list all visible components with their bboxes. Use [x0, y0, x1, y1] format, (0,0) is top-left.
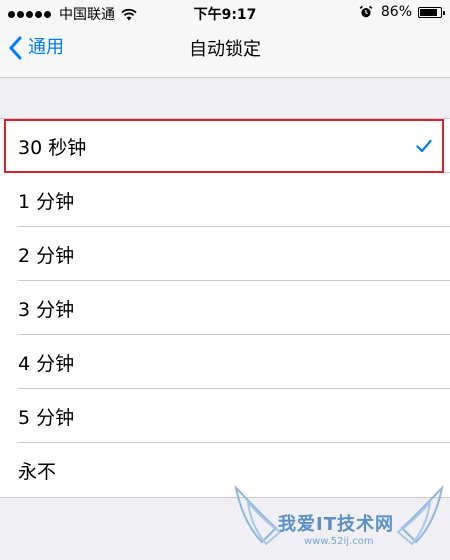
page-title: 自动锁定 — [189, 39, 261, 60]
auto-lock-option-row[interactable]: 1 分钟 — [0, 173, 450, 227]
auto-lock-option-label: 2 分钟 — [18, 244, 75, 267]
battery-icon — [418, 6, 445, 18]
auto-lock-option-row[interactable]: 5 分钟 — [0, 389, 450, 443]
auto-lock-option-row[interactable]: 2 分钟 — [0, 227, 450, 281]
auto-lock-options-list: 30 秒钟 1 分钟 2 分钟 3 分钟 4 分钟 5 分钟永不 — [0, 118, 450, 498]
watermark: 我爱IT技术网 www.52ij.com — [232, 482, 446, 556]
auto-lock-option-label: 30 秒钟 — [18, 136, 87, 159]
battery-fill — [420, 8, 437, 16]
auto-lock-option-label: 1 分钟 — [18, 190, 75, 213]
auto-lock-option-label: 永不 — [18, 460, 57, 483]
auto-lock-option-label: 4 分钟 — [18, 352, 75, 375]
status-right: 86% — [359, 4, 445, 20]
alarm-icon — [359, 5, 373, 18]
checkmark-icon — [416, 139, 432, 153]
auto-lock-option-row[interactable]: 3 分钟 — [0, 281, 450, 335]
status-bar: 中国联通 下午9:17 86% — [0, 0, 450, 26]
battery-percent: 86% — [380, 4, 412, 20]
auto-lock-option-row[interactable]: 30 秒钟 — [0, 119, 450, 173]
auto-lock-option-row[interactable]: 4 分钟 — [0, 335, 450, 389]
watermark-text: 我爱IT技术网 — [278, 514, 394, 535]
watermark-url: www.52ij.com — [304, 536, 374, 547]
auto-lock-option-label: 3 分钟 — [18, 298, 75, 321]
navigation-bar: 通用 自动锁定 — [0, 26, 450, 78]
auto-lock-option-label: 5 分钟 — [18, 406, 75, 429]
